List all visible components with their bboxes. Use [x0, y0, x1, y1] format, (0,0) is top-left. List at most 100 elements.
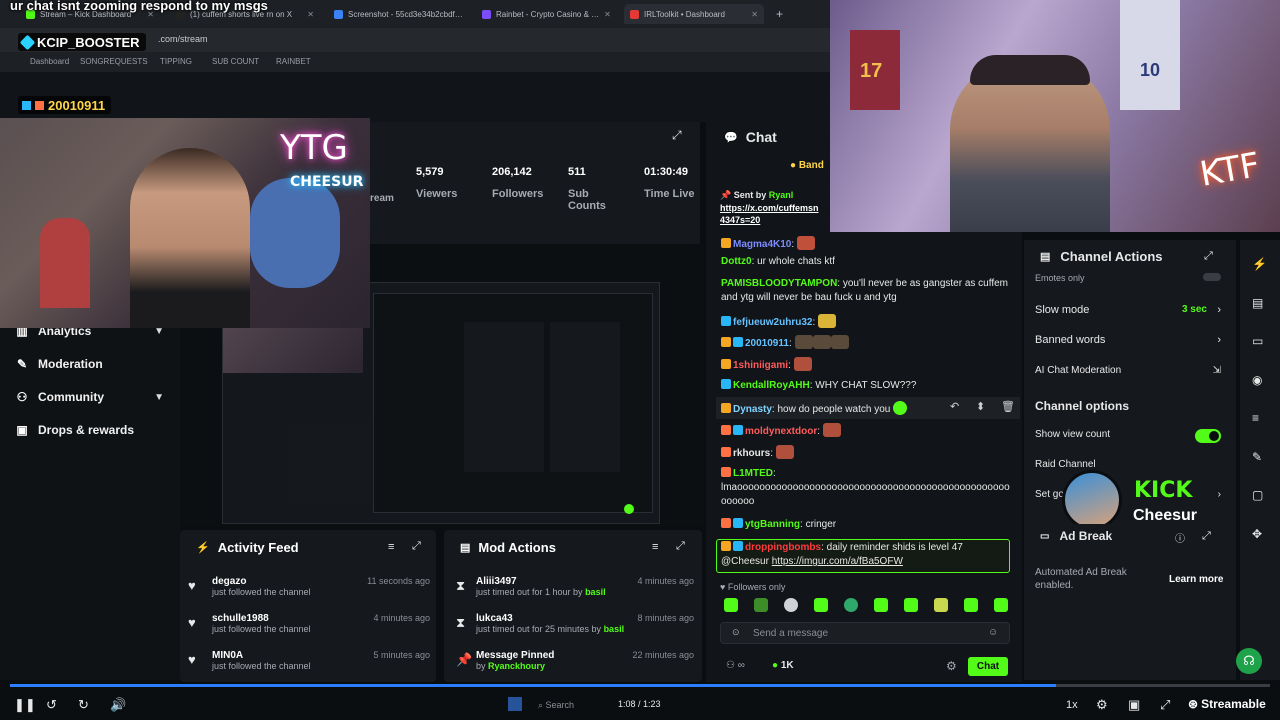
chat-username[interactable]: droppingbombs: [745, 542, 821, 553]
filter-icon[interactable]: ≡: [388, 541, 394, 553]
emote[interactable]: [904, 598, 918, 612]
emote[interactable]: [934, 598, 948, 612]
close-icon[interactable]: ✕: [751, 10, 758, 19]
chat-username[interactable]: PAMISBLOODYTAMPON: [721, 278, 837, 289]
chat-bubble-icon[interactable]: ▭: [1252, 334, 1263, 348]
close-icon[interactable]: ✕: [604, 10, 611, 19]
emote[interactable]: [784, 598, 798, 612]
sidebar-item-community[interactable]: ⚇ Community ▼: [16, 390, 164, 404]
emote: [822, 423, 841, 437]
show-view-count-row[interactable]: Show view count: [1035, 429, 1221, 443]
chat-username[interactable]: fefjueuw2uhru32: [733, 317, 812, 328]
emotes-only-row[interactable]: Emotes only: [1035, 273, 1221, 283]
chat-username[interactable]: 20010911: [745, 338, 789, 349]
forward-icon[interactable]: ↻: [78, 697, 89, 713]
chat-link[interactable]: https://imgur.com/a/fBa5OFW: [772, 556, 903, 567]
booster-badge: KCIP_BOOSTER: [18, 33, 146, 51]
emotes-only-toggle[interactable]: [1203, 273, 1221, 281]
bookmark[interactable]: Dashboard: [30, 57, 69, 66]
help-icon[interactable]: ☊: [1236, 648, 1262, 674]
chat-username[interactable]: ytgBanning: [745, 519, 800, 530]
chat-username[interactable]: rkhours: [733, 448, 770, 459]
sent-by-user[interactable]: Ryanl: [769, 190, 794, 200]
bookmark[interactable]: SONGREQUESTS: [80, 57, 148, 66]
filter-icon[interactable]: ≡: [652, 541, 658, 553]
expand-icon[interactable]: ⤢: [1204, 250, 1213, 263]
show-view-count-toggle[interactable]: [1195, 429, 1221, 443]
gear-icon[interactable]: ⚙: [1096, 697, 1108, 713]
gear-icon[interactable]: ⚙: [946, 659, 957, 673]
viewers-value: 5,579: [416, 166, 444, 178]
chat-username[interactable]: 1shiniigami: [733, 360, 788, 371]
emote[interactable]: [754, 598, 768, 612]
emote[interactable]: [994, 598, 1008, 612]
users-icon[interactable]: ⚇ ∞: [726, 660, 745, 671]
mod-by[interactable]: basil: [604, 624, 625, 634]
bookmark[interactable]: SUB COUNT: [212, 57, 259, 66]
time-live-value: 01:30:49: [644, 166, 689, 178]
chat-username[interactable]: Dottz0: [721, 256, 752, 267]
chat-username[interactable]: Magma4K10: [733, 239, 791, 250]
delete-icon[interactable]: 🗑: [1001, 400, 1015, 413]
pinned-link[interactable]: https://x.com/cuffemsn: [720, 203, 819, 213]
chat-username[interactable]: Dynasty: [733, 404, 772, 415]
chat-username[interactable]: KendallRoyAHH: [733, 380, 810, 391]
mod-by[interactable]: Ryanckhoury: [488, 661, 545, 671]
fullscreen-icon[interactable]: ⤢: [1160, 697, 1170, 713]
pin-message-icon[interactable]: ⬍: [976, 400, 985, 413]
emote[interactable]: [814, 598, 828, 612]
puzzle-icon[interactable]: ✥: [1252, 527, 1262, 541]
new-tab-button[interactable]: +: [770, 4, 789, 24]
expand-icon[interactable]: ⤢: [1202, 530, 1211, 543]
ai-moderation-row[interactable]: AI Chat Moderation ⇲: [1035, 365, 1221, 376]
bookmark[interactable]: TIPPING: [160, 57, 192, 66]
emoji-icon[interactable]: ☺: [988, 627, 998, 638]
lightning-icon[interactable]: ⚡: [1252, 257, 1267, 271]
channel-actions-title: Channel Actions: [1060, 249, 1163, 264]
chat-message: moldynextdoor:: [721, 423, 1011, 439]
slow-mode-row[interactable]: Slow mode 3 sec ›: [1035, 304, 1221, 316]
send-chat-button[interactable]: Chat: [968, 657, 1008, 676]
chat-input[interactable]: Send a message: [720, 622, 1010, 644]
banned-words-row[interactable]: Banned words ›: [1035, 334, 1221, 346]
window-icon[interactable]: ▢: [1252, 488, 1263, 502]
emote[interactable]: [844, 598, 858, 612]
emotes-only-label: Emotes only: [1035, 273, 1085, 283]
volume-icon[interactable]: 🔊: [110, 697, 126, 713]
mod-by[interactable]: basil: [585, 587, 606, 597]
learn-more-link[interactable]: Learn more: [1169, 574, 1223, 585]
sub-badge: [721, 359, 731, 369]
sidebar-item-label: Community: [38, 390, 104, 404]
browser-tab[interactable]: Rainbet - Crypto Casino & … ✕: [476, 4, 616, 24]
sidebar-item-moderation[interactable]: ✎ Moderation: [16, 357, 164, 371]
emote[interactable]: [874, 598, 888, 612]
time-live-label: Time Live: [644, 188, 695, 200]
playback-speed[interactable]: 1x: [1066, 699, 1078, 711]
expand-icon[interactable]: ⤢: [676, 540, 685, 553]
document-icon[interactable]: ▤: [1252, 296, 1263, 310]
list-icon[interactable]: ≡: [1252, 411, 1259, 425]
pip-icon[interactable]: ▣: [1128, 697, 1140, 713]
pin-icon: 📌: [456, 652, 473, 667]
chat-username[interactable]: moldynextdoor: [745, 426, 817, 437]
emote[interactable]: [964, 598, 978, 612]
chat-username[interactable]: L1MTED: [733, 468, 773, 479]
broadcast-icon[interactable]: ◉: [1252, 373, 1262, 387]
pause-icon[interactable]: ❚❚: [14, 697, 36, 713]
bookmark[interactable]: RAINBET: [276, 57, 311, 66]
wrench-icon[interactable]: ✎: [1252, 450, 1262, 464]
raid-channel-row[interactable]: Raid Channel: [1035, 459, 1221, 470]
browser-tab[interactable]: Screenshot - 55cd3e34b2cbdf…✕: [328, 4, 468, 24]
rewind-icon[interactable]: ↺: [46, 697, 57, 713]
info-icon[interactable]: ⓘ: [1175, 530, 1185, 545]
pinned-link-cont[interactable]: 4347s=20: [720, 215, 760, 225]
expand-icon[interactable]: ⤢: [412, 540, 421, 553]
chat-mention[interactable]: @Cheesur: [721, 556, 769, 567]
expand-icon[interactable]: ⤢: [672, 128, 682, 143]
close-icon[interactable]: ✕: [307, 10, 314, 19]
browser-tab-active[interactable]: IRLToolkit • Dashboard ✕: [624, 4, 764, 24]
reply-icon[interactable]: ↶: [950, 400, 959, 413]
streamable-brand[interactable]: ⊛ Streamable: [1188, 697, 1266, 711]
emote[interactable]: [724, 598, 738, 612]
sidebar-item-drops-rewards[interactable]: ▣ Drops & rewards: [16, 423, 164, 437]
